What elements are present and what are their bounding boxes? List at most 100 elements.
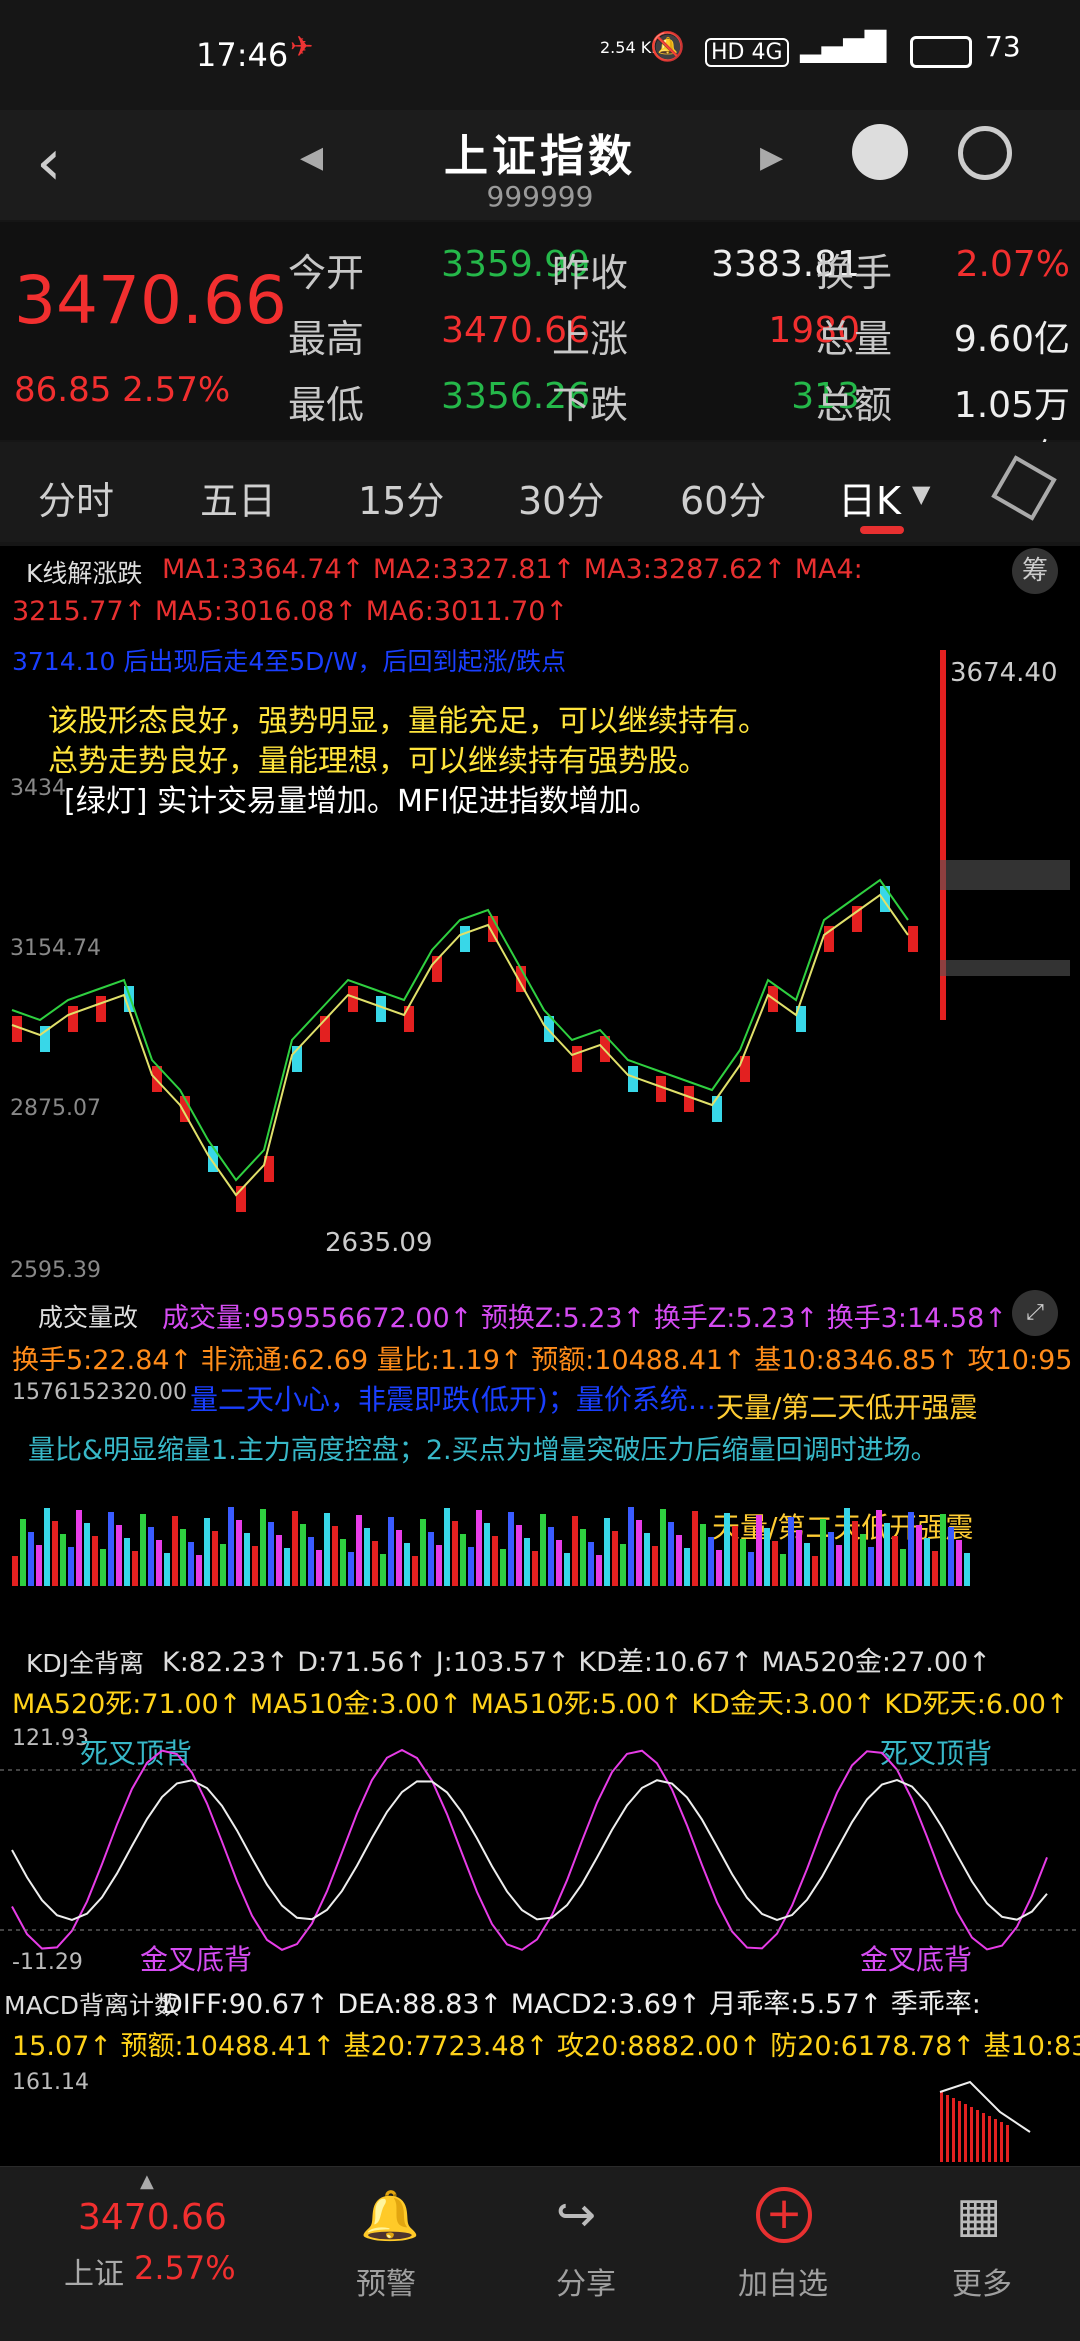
volume-bar [612, 1531, 618, 1586]
macd-bar [976, 2110, 979, 2162]
volume-bar [20, 1519, 26, 1586]
volume-bar [876, 1510, 882, 1586]
volume-bar [580, 1529, 586, 1586]
volume-bar [420, 1519, 426, 1586]
volume-bar [412, 1556, 418, 1586]
kline-note-1: 该股形态良好，强势明显，量能充足，可以继续持有。 [48, 704, 768, 739]
volume-bar [484, 1523, 490, 1586]
stock-code: 999999 [486, 180, 594, 213]
chip-button[interactable]: 筹 [1012, 548, 1058, 594]
tab-daily[interactable]: 日K [838, 470, 901, 525]
alert-label[interactable]: 预警 [356, 2259, 416, 2303]
expand-icon[interactable]: ⤢ [1012, 1290, 1058, 1336]
tab-15min[interactable]: 15分 [358, 470, 444, 525]
volume-bar [540, 1514, 546, 1586]
collapse-up-icon[interactable]: ▲ [140, 2171, 154, 2192]
macd-bar [952, 2098, 955, 2162]
volume-bar [452, 1521, 458, 1586]
volume-bar [860, 1534, 866, 1586]
vol-note-1: 量二天小心，非震即跌(低开)；量价系统… [190, 1383, 716, 1416]
candle [712, 1096, 722, 1122]
volume-bar [340, 1539, 346, 1586]
volume-bar [100, 1549, 106, 1586]
volume-bar [92, 1536, 98, 1586]
volume-bar [292, 1511, 298, 1586]
volume-bar [524, 1538, 530, 1586]
tab-30min[interactable]: 30分 [518, 470, 604, 525]
bell-icon[interactable]: 🔔 [360, 2187, 420, 2244]
kdj-chart [0, 1748, 1080, 1951]
volume-bar [796, 1530, 802, 1586]
volume-bar [68, 1547, 74, 1586]
volume-bar [764, 1528, 770, 1586]
chevron-down-icon[interactable]: ▼ [912, 480, 930, 508]
volume-bar [372, 1541, 378, 1586]
kline-note-2: 总势走势良好，量能理想，可以继续持有强势股。 [48, 744, 708, 779]
robot-icon[interactable] [852, 124, 908, 180]
candle [68, 1006, 78, 1032]
share-icon[interactable]: ↪ [556, 2187, 596, 2243]
search-icon[interactable] [958, 126, 1012, 180]
next-stock-icon[interactable]: ▶ [760, 140, 783, 175]
price-change: 86.85 2.57% [14, 370, 230, 410]
nav-bar: ‹ ◀ 上证指数 999999 ▶ [0, 110, 1080, 220]
quote-value: 2.07% [955, 244, 1070, 285]
volume-bar [932, 1551, 938, 1586]
grid-icon[interactable]: ▦ [956, 2187, 1001, 2243]
volume-bar [188, 1542, 194, 1586]
quote-label: 最低 [288, 383, 365, 427]
add-icon[interactable]: + [756, 2187, 812, 2243]
quote-label: 昨收 [552, 251, 629, 295]
bottom-bar: ▲ 3470.66 上证 2.57% 🔔 预警 ↪ 分享 + 加自选 ▦ 更多 [0, 2166, 1080, 2341]
candle [404, 1006, 414, 1032]
volume-bar [444, 1508, 450, 1586]
volume-bar [236, 1520, 242, 1586]
volume-bar [300, 1524, 306, 1586]
more-label[interactable]: 更多 [952, 2259, 1012, 2303]
volume-bar [940, 1514, 946, 1586]
volume-bar [924, 1538, 930, 1586]
volume-bar [500, 1549, 506, 1586]
volume-bar [836, 1545, 842, 1586]
volume-bar [564, 1553, 570, 1586]
volume-bar [700, 1524, 706, 1586]
volume-bar [756, 1515, 762, 1586]
settings-hex-icon[interactable] [991, 455, 1057, 521]
volume-bar [684, 1548, 690, 1586]
volume-bar [668, 1522, 674, 1586]
kline-indicator-selector[interactable]: K线解涨跌 [26, 554, 142, 590]
volume-bar [812, 1556, 818, 1586]
macd-indicator-selector[interactable]: MACD背离计数 [4, 1986, 179, 2022]
volume-bar [212, 1531, 218, 1586]
volume-bar [644, 1533, 650, 1586]
volume-bar [716, 1550, 722, 1586]
volume-bar [724, 1513, 730, 1586]
tab-5day[interactable]: 五日 [200, 470, 276, 525]
vol-indicator-selector[interactable]: 成交量改 [38, 1298, 138, 1334]
tab-intraday[interactable]: 分时 [38, 470, 114, 525]
volume-bar [748, 1552, 754, 1586]
j-line [11, 1748, 1048, 1951]
status-time: 17:46 [196, 36, 289, 74]
volume-bar [436, 1545, 442, 1586]
volume-bar [140, 1514, 146, 1586]
bottom-price: 3470.66 [78, 2197, 227, 2238]
macd-bar [988, 2116, 991, 2162]
volume-bar [52, 1521, 58, 1586]
chip-band [940, 860, 1070, 890]
change-pct: 2.57% [122, 370, 231, 410]
add-watchlist-label[interactable]: 加自选 [738, 2259, 828, 2303]
volume-bar [804, 1543, 810, 1586]
share-label[interactable]: 分享 [556, 2259, 616, 2303]
app-icon: ✈ [290, 30, 314, 63]
y-label-2: 3154.74 [10, 936, 101, 961]
y-label-4: 2595.39 [10, 1258, 101, 1283]
high-label: 3674.40 [950, 658, 1058, 688]
tab-60min[interactable]: 60分 [680, 470, 766, 525]
volume-bar [900, 1549, 906, 1586]
volume-bar [220, 1544, 226, 1586]
volume-chart [12, 1507, 970, 1586]
quote-label: 总额 [816, 383, 893, 427]
volume-bar [852, 1521, 858, 1586]
kdj-indicator-selector[interactable]: KDJ全背离 [26, 1644, 144, 1680]
